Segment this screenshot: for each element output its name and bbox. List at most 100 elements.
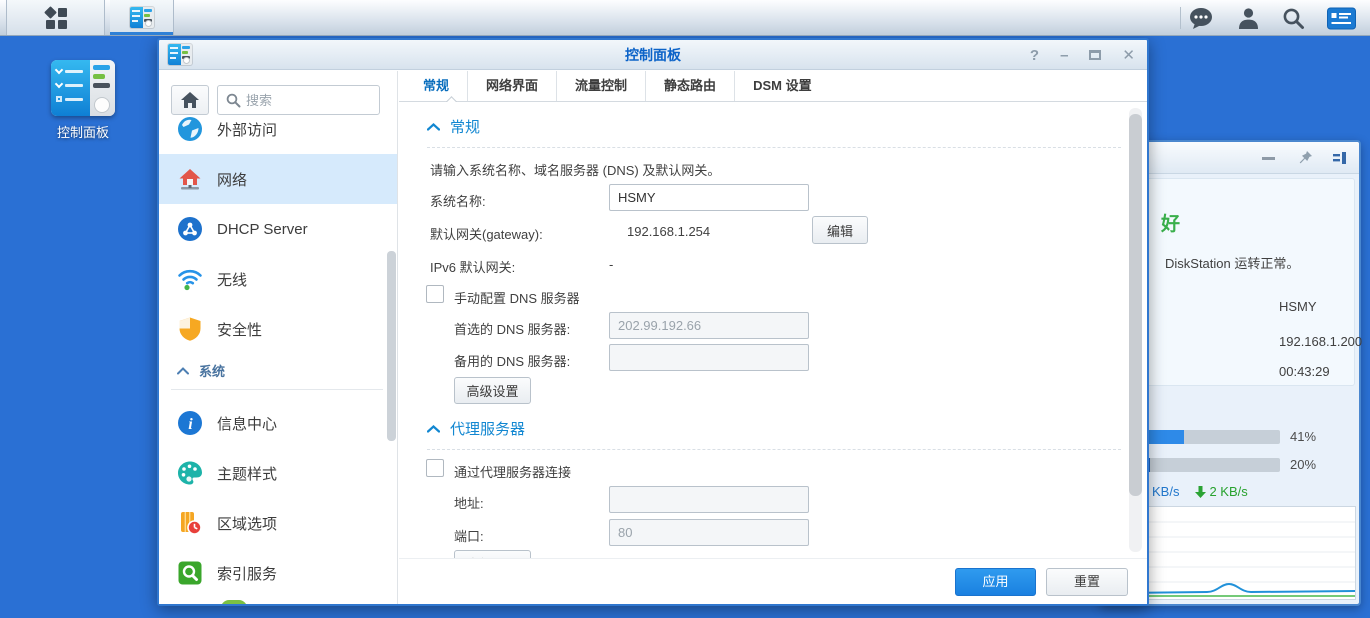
main-menu-icon xyxy=(45,7,67,29)
proxy-connect-label: 通过代理服务器连接 xyxy=(454,462,571,481)
sidebar-item-theme[interactable]: 主题样式 xyxy=(159,448,397,498)
proxy-port-label: 端口: xyxy=(454,526,484,545)
sidebar-item-label: 网络 xyxy=(217,169,247,190)
tab-dsm-settings[interactable]: DSM 设置 xyxy=(735,71,830,101)
chevron-up-icon xyxy=(427,425,440,433)
edit-button[interactable]: 编辑 xyxy=(812,216,868,244)
tab-general[interactable]: 常规 xyxy=(405,71,468,101)
section-divider xyxy=(427,147,1121,148)
control-panel-icon xyxy=(51,60,115,116)
upload-speed: KB/s xyxy=(1152,484,1179,499)
user-icon[interactable] xyxy=(1237,7,1260,30)
sidebar-item-label: 外部访问 xyxy=(217,119,277,140)
window-titlebar[interactable]: 控制面板 ? – ✕ xyxy=(159,40,1147,70)
sidebar-section-label: 系统 xyxy=(199,361,225,380)
chevron-up-icon xyxy=(427,123,440,131)
ipv6-gateway-label: IPv6 默认网关: xyxy=(430,257,515,276)
dhcp-icon xyxy=(177,216,203,242)
main-content: 常规 网络界面 流量控制 静态路由 DSM 设置 常规 请输入系统名称、域名服务… xyxy=(399,71,1147,604)
ram-usage-percent: 20% xyxy=(1290,457,1316,472)
dns-primary-input[interactable] xyxy=(609,312,809,339)
proxy-port-input[interactable] xyxy=(609,519,809,546)
network-traffic-chart xyxy=(1116,506,1356,600)
sidebar: 外部访问 网络 DHCP Server 无线 安全性 xyxy=(159,71,398,604)
help-icon[interactable]: ? xyxy=(1030,48,1039,63)
proxy-connect-checkbox[interactable] xyxy=(426,459,444,477)
proxy-address-input[interactable] xyxy=(609,486,809,513)
section-general-heading[interactable]: 常规 xyxy=(427,116,480,137)
partial-sidebar-item-icon xyxy=(221,600,247,604)
proxy-advanced-settings-button[interactable]: 高级设置 xyxy=(454,550,531,558)
minimize-icon[interactable]: – xyxy=(1060,48,1068,63)
sidebar-item-security[interactable]: 安全性 xyxy=(159,304,397,354)
sidebar-item-info-center[interactable]: i 信息中心 xyxy=(159,398,397,448)
chat-icon[interactable] xyxy=(1189,7,1215,30)
desktop-icon-control-panel[interactable]: 控制面板 xyxy=(38,60,128,141)
sidebar-item-external-access[interactable]: 外部访问 xyxy=(159,104,397,154)
indexing-service-icon xyxy=(177,560,203,586)
advanced-settings-button[interactable]: 高级设置 xyxy=(454,377,531,404)
manual-dns-label: 手动配置 DNS 服务器 xyxy=(454,288,580,307)
system-name-input[interactable] xyxy=(609,184,809,211)
network-house-icon xyxy=(177,166,203,192)
uptime-value: 00:43:29 xyxy=(1279,364,1330,379)
sidebar-item-wireless[interactable]: 无线 xyxy=(159,254,397,304)
widget-panel-icon[interactable] xyxy=(1332,151,1347,165)
desktop: 控制面板 好 DiskStation 运转正常。 HSMY 192.168.1.… xyxy=(0,0,1370,618)
main-menu-button[interactable] xyxy=(6,0,105,35)
tab-bar: 常规 网络界面 流量控制 静态路由 DSM 设置 xyxy=(399,71,1147,102)
download-speed-wrap: 2 KB/s xyxy=(1195,484,1247,499)
sidebar-item-label: 主题样式 xyxy=(217,463,277,484)
sidebar-item-label: 无线 xyxy=(217,269,247,290)
close-icon[interactable]: ✕ xyxy=(1122,48,1135,63)
tab-static-route[interactable]: 静态路由 xyxy=(646,71,735,101)
sidebar-item-regional-options[interactable]: 区域选项 xyxy=(159,498,397,548)
theme-icon xyxy=(177,460,203,486)
desktop-icon-label: 控制面板 xyxy=(38,122,128,141)
dns-secondary-label: 备用的 DNS 服务器: xyxy=(454,351,570,370)
sidebar-divider xyxy=(171,389,383,390)
control-panel-window: 控制面板 ? – ✕ 外部访问 xyxy=(157,38,1149,606)
widgets-icon[interactable] xyxy=(1327,7,1356,30)
taskbar-control-panel-button[interactable] xyxy=(110,0,174,35)
window-icon xyxy=(168,44,192,65)
content-scrollbar-thumb[interactable] xyxy=(1129,114,1142,496)
form-scroll-area: 常规 请输入系统名称、域名服务器 (DNS) 及默认网关。 系统名称: 默认网关… xyxy=(399,102,1147,558)
ip-address-value: 192.168.1.200 xyxy=(1279,334,1362,349)
manual-dns-checkbox[interactable] xyxy=(426,285,444,303)
apply-button[interactable]: 应用 xyxy=(955,568,1036,596)
wifi-icon xyxy=(177,266,203,292)
widget-minimize-icon[interactable] xyxy=(1262,157,1275,160)
section-heading-label: 代理服务器 xyxy=(450,418,525,439)
health-status-text: 好 xyxy=(1161,209,1180,236)
dns-secondary-input[interactable] xyxy=(609,344,809,371)
taskbar xyxy=(0,0,1370,36)
sidebar-item-label: 信息中心 xyxy=(217,413,277,434)
info-icon: i xyxy=(177,410,203,436)
system-name-label: 系统名称: xyxy=(430,191,486,210)
tab-network-interface[interactable]: 网络界面 xyxy=(468,71,557,101)
pin-icon[interactable] xyxy=(1298,150,1313,165)
sidebar-item-dhcp-server[interactable]: DHCP Server xyxy=(159,204,397,254)
tab-traffic-control[interactable]: 流量控制 xyxy=(557,71,646,101)
sidebar-item-label: DHCP Server xyxy=(217,221,308,238)
sidebar-item-indexing-service[interactable]: 索引服务 xyxy=(159,548,397,598)
maximize-icon[interactable] xyxy=(1089,50,1101,60)
sidebar-item-label: 索引服务 xyxy=(217,563,277,584)
reset-button[interactable]: 重置 xyxy=(1046,568,1128,596)
section-heading-label: 常规 xyxy=(450,116,480,137)
proxy-address-label: 地址: xyxy=(454,493,484,512)
control-panel-icon xyxy=(130,7,154,28)
health-status-desc: DiskStation 运转正常。 xyxy=(1165,253,1299,272)
shield-icon xyxy=(177,316,203,342)
dns-primary-label: 首选的 DNS 服务器: xyxy=(454,319,570,338)
download-speed: 2 KB/s xyxy=(1209,484,1247,499)
sidebar-item-label: 安全性 xyxy=(217,319,262,340)
sidebar-item-network[interactable]: 网络 xyxy=(159,154,397,204)
section-divider xyxy=(427,449,1121,450)
section-proxy-heading[interactable]: 代理服务器 xyxy=(427,418,525,439)
sidebar-scrollbar[interactable] xyxy=(387,251,396,441)
sidebar-section-system[interactable]: 系统 xyxy=(177,361,225,380)
action-footer: 应用 重置 xyxy=(399,558,1147,604)
search-icon[interactable] xyxy=(1282,7,1305,30)
